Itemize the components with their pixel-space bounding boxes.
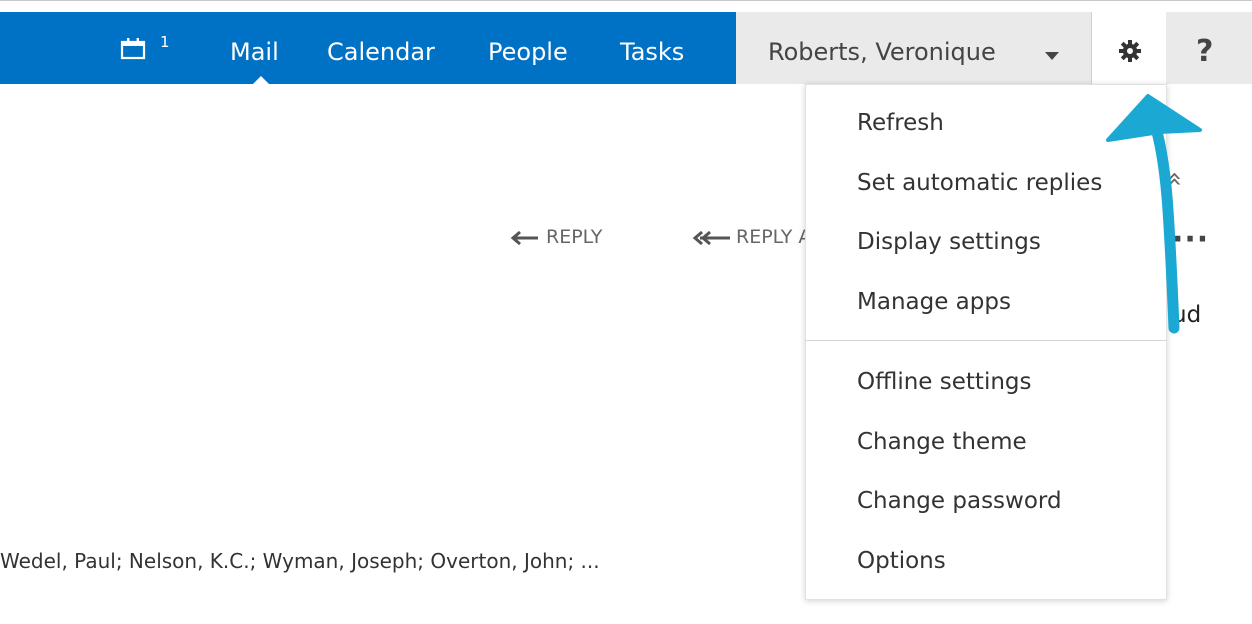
menu-item-change-theme[interactable]: Change theme [857, 429, 1027, 455]
menu-separator [805, 340, 1167, 341]
nav-people[interactable]: People [488, 38, 568, 66]
menu-item-options[interactable]: Options [857, 548, 946, 574]
menu-item-display-settings[interactable]: Display settings [857, 229, 1041, 255]
reply-all-button[interactable]: REPLY ALL [690, 226, 805, 248]
menu-item-offline-settings[interactable]: Offline settings [857, 369, 1032, 395]
nav-mail[interactable]: Mail [230, 38, 279, 66]
arrow-left-icon [510, 230, 538, 245]
reply-label: REPLY [546, 226, 603, 248]
calendar-icon[interactable] [120, 38, 146, 60]
chevron-down-icon[interactable] [1045, 52, 1059, 60]
nav-calendar[interactable]: Calendar [327, 38, 435, 66]
calendar-reminder-count: 1 [160, 33, 170, 51]
reply-all-label: REPLY ALL [736, 226, 805, 248]
help-icon[interactable]: ? [1196, 34, 1213, 69]
annotation-arrow-icon [1106, 94, 1202, 334]
top-border [0, 0, 1252, 12]
menu-item-change-password[interactable]: Change password [857, 488, 1062, 514]
user-name[interactable]: Roberts, Veronique [768, 38, 996, 66]
recipient-list: Wedel, Paul; Nelson, K.C.; Wyman, Joseph… [0, 549, 600, 573]
menu-item-manage-apps[interactable]: Manage apps [857, 289, 1011, 315]
gear-icon[interactable] [1118, 39, 1142, 63]
nav-tasks[interactable]: Tasks [620, 38, 684, 66]
active-nav-indicator [253, 76, 269, 84]
reply-button[interactable]: REPLY [510, 226, 602, 248]
menu-item-set-automatic-replies[interactable]: Set automatic replies [857, 170, 1102, 196]
double-arrow-left-icon [692, 230, 730, 245]
menu-item-refresh[interactable]: Refresh [857, 110, 944, 136]
